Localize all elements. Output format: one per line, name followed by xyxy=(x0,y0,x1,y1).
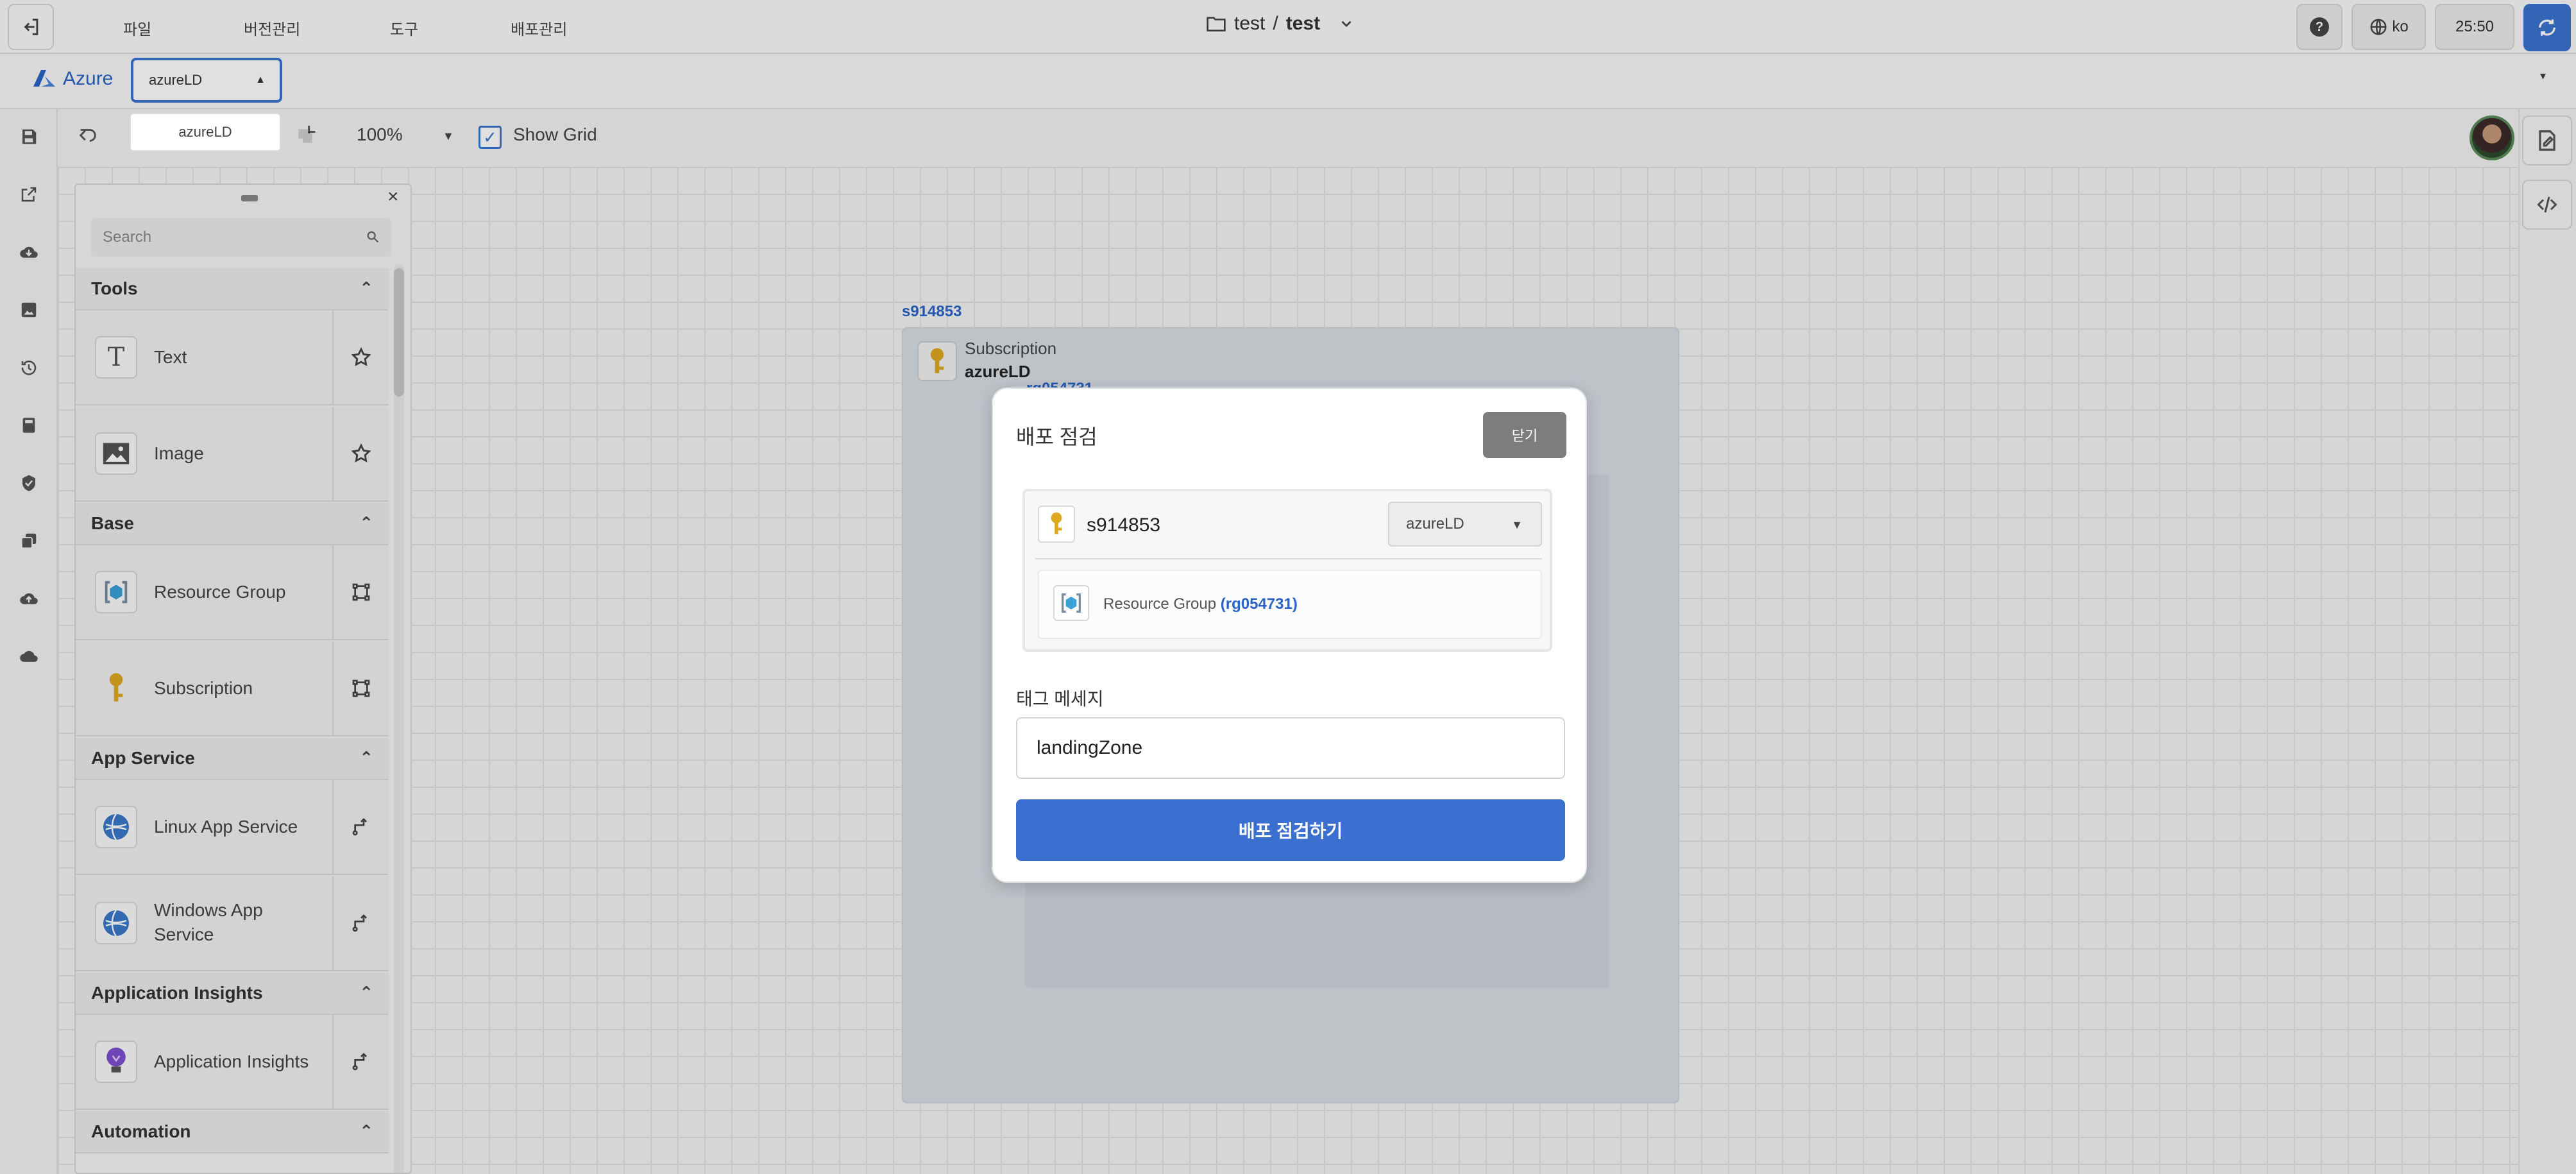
deploy-check-button[interactable]: 배포 점검하기 xyxy=(1016,799,1565,861)
resource-group-row: Resource Group (rg054731) xyxy=(1038,570,1542,639)
csp-option-label: azureLD xyxy=(178,124,232,140)
close-button[interactable]: 닫기 xyxy=(1483,412,1566,458)
tag-message-value: landingZone xyxy=(1037,737,1143,758)
key-icon xyxy=(1038,506,1075,543)
caret-down-icon: ▼ xyxy=(1511,518,1523,531)
deploy-target-tree: s914853 azureLD ▼ Resource Group (rg0547… xyxy=(1022,489,1552,652)
resource-group-type: Resource Group xyxy=(1103,595,1217,613)
subscription-id: s914853 xyxy=(1087,515,1161,536)
deploy-check-label: 배포 점검하기 xyxy=(1238,821,1343,841)
resource-group-icon xyxy=(1053,585,1089,621)
resource-group-text: Resource Group (rg054731) xyxy=(1103,595,1298,613)
csp-credential-select[interactable]: azureLD ▼ xyxy=(1388,502,1542,547)
csp-credential-value: azureLD xyxy=(1406,515,1464,532)
csp-dropdown-option[interactable]: azureLD xyxy=(130,113,281,151)
deploy-check-modal: 배포 점검 닫기 s914853 azureLD ▼ Resource Grou… xyxy=(992,387,1587,883)
tag-message-label: 태그 메세지 xyxy=(1016,689,1104,709)
tag-message-input[interactable]: landingZone xyxy=(1016,717,1565,779)
modal-title: 배포 점검 xyxy=(1016,425,1097,448)
resource-group-id: (rg054731) xyxy=(1220,595,1298,613)
divider xyxy=(1035,558,1542,559)
close-button-label: 닫기 xyxy=(1511,428,1538,444)
